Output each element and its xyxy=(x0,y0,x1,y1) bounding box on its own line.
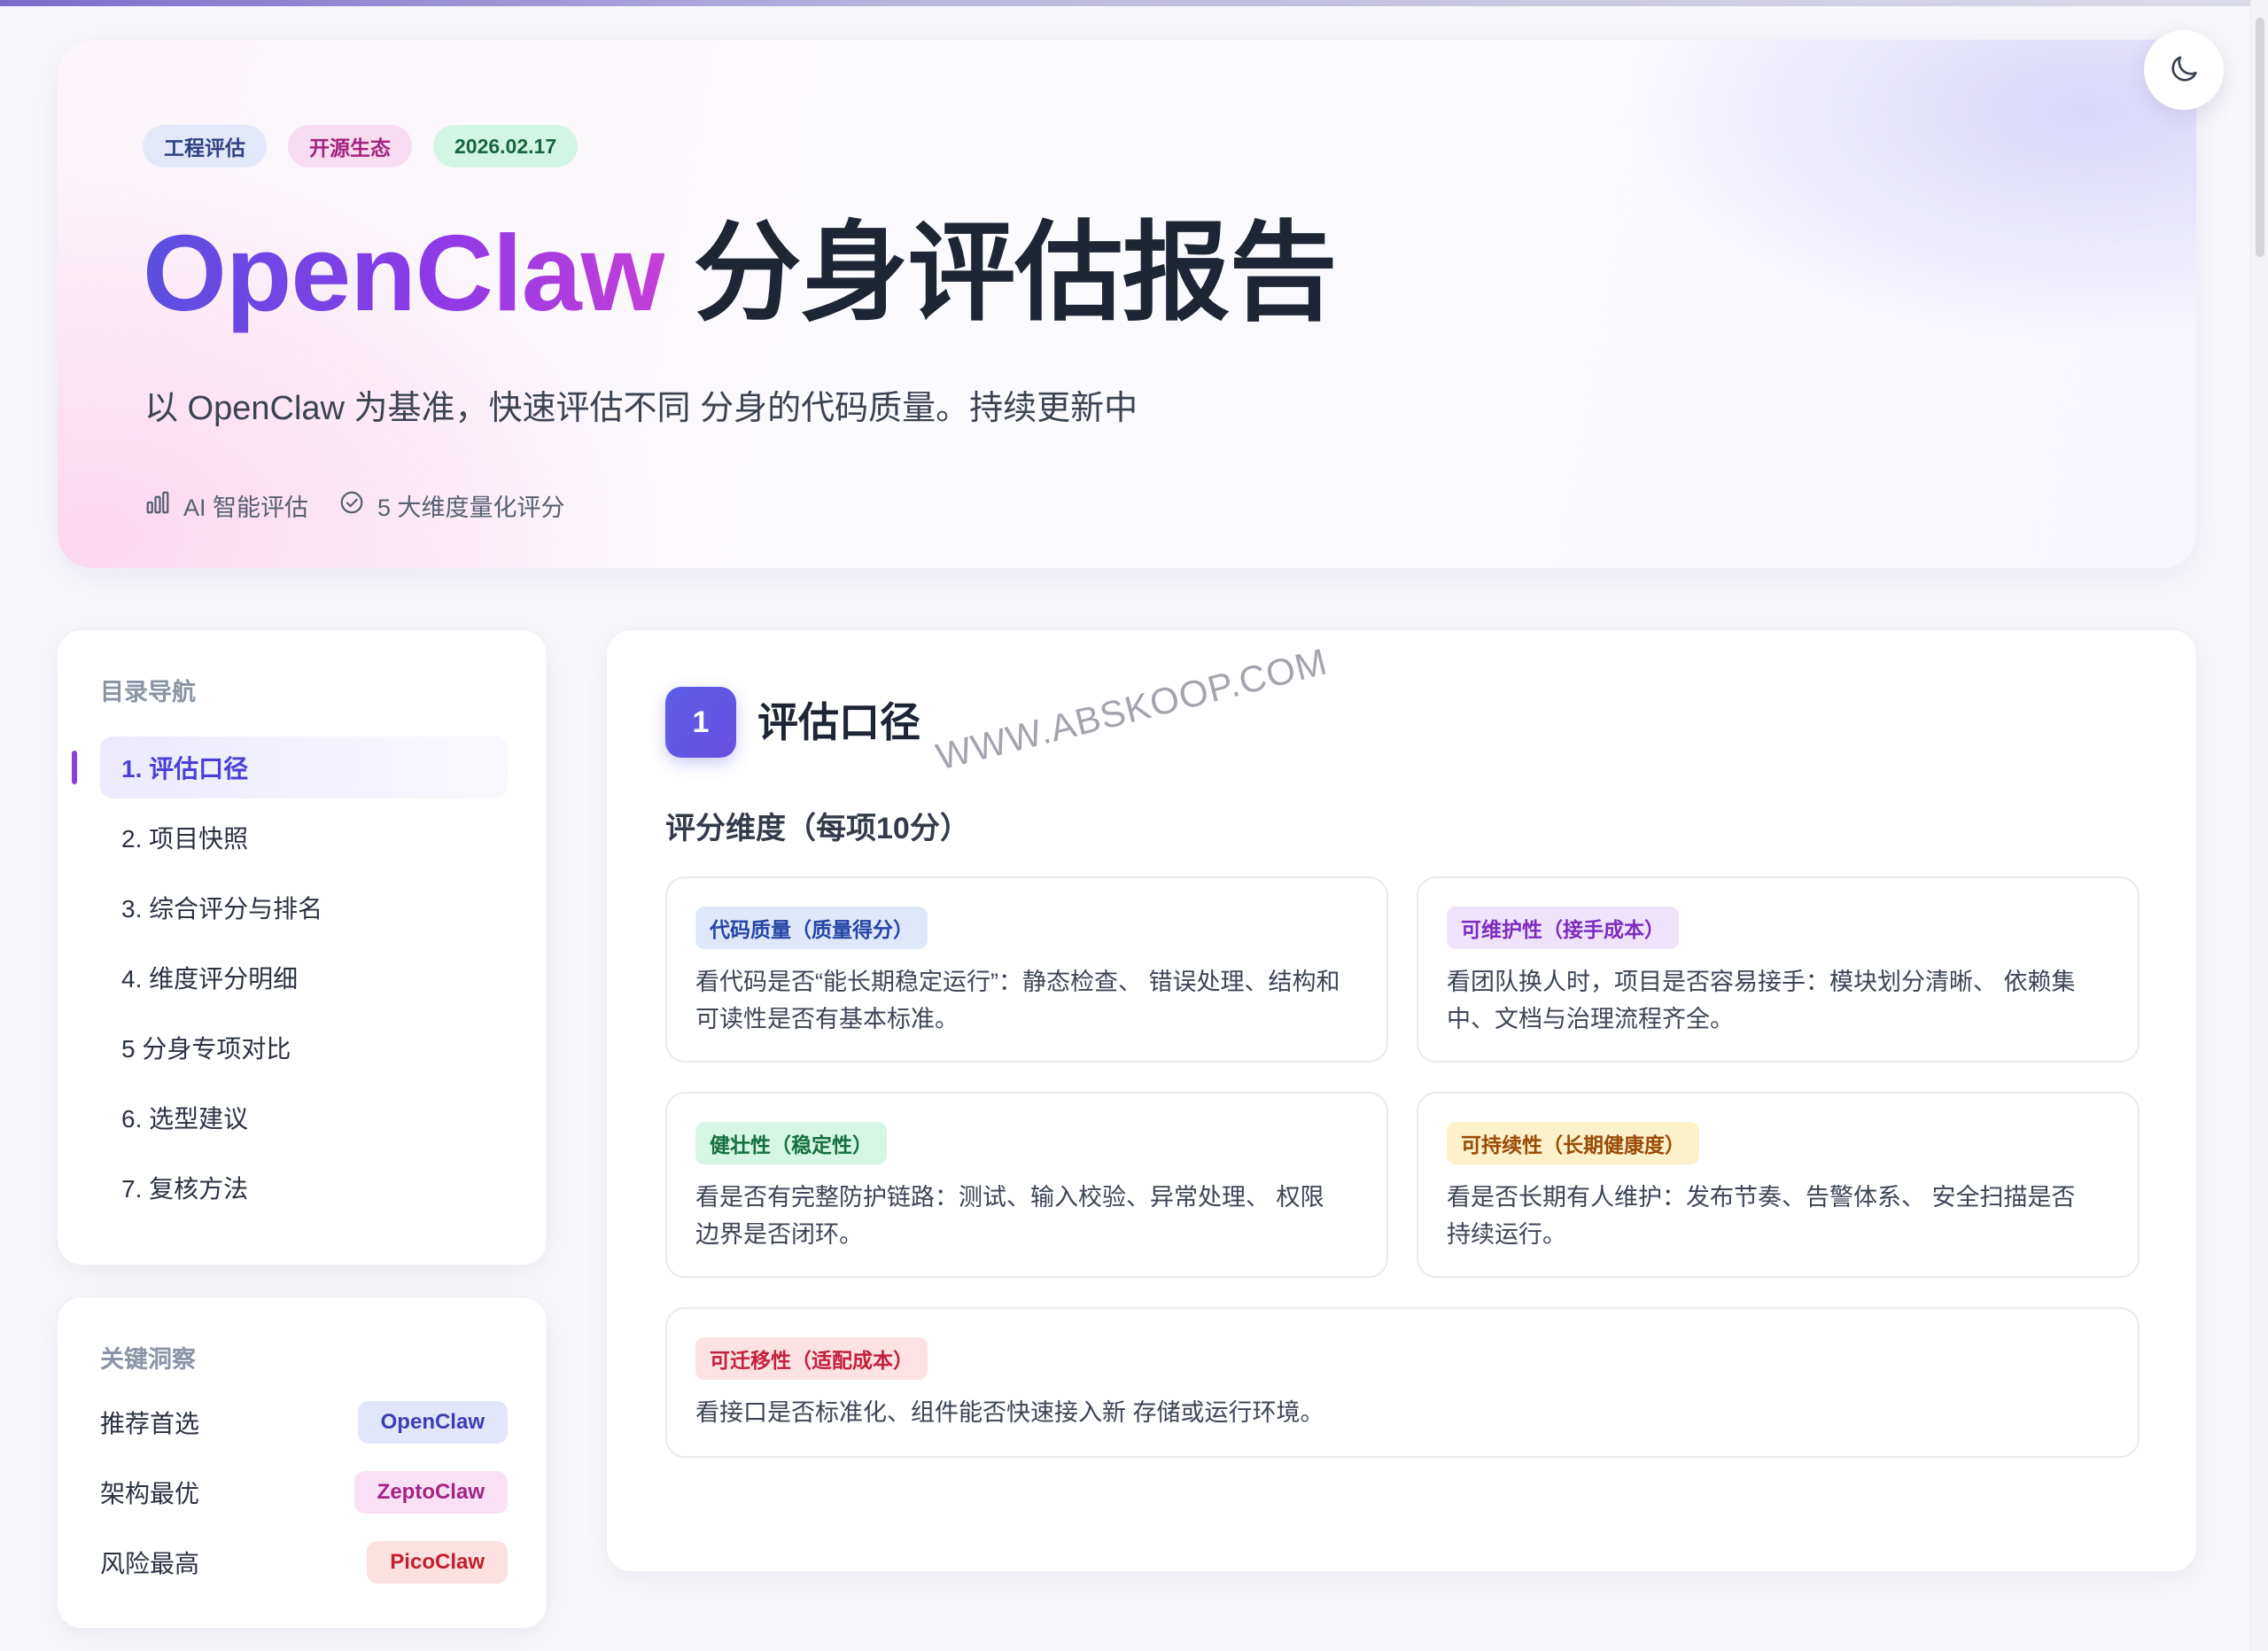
moon-icon xyxy=(2166,51,2202,90)
dimension-description: 看团队换人时，项目是否容易接手：模块划分清晰、 依赖集中、文档与治理流程齐全。 xyxy=(1447,969,2076,1032)
insight-label: 风险最高 xyxy=(100,1550,200,1577)
section-number-badge: 1 xyxy=(665,687,736,758)
page-subtitle: 以 OpenClaw 为基准，快速评估不同 分身的代码质量。持续更新中 xyxy=(144,390,1138,427)
dimension-badge: 代码质量（质量得分） xyxy=(695,907,928,949)
meta-dimensions: 5 大维度量化评分 xyxy=(338,488,565,523)
insight-value-badge: ZeptoClaw xyxy=(353,1471,508,1514)
bar-chart-icon xyxy=(144,489,171,522)
toc-item-fork-comparison[interactable]: 5 分身专项对比 xyxy=(100,1016,508,1079)
insight-value-badge: OpenClaw xyxy=(357,1401,508,1444)
dimensions-subtitle: 评分维度（每项10分） xyxy=(665,812,970,845)
page-scrollbar-thumb[interactable] xyxy=(2256,18,2264,257)
toc-item-overall-ranking[interactable]: 3. 综合评分与排名 xyxy=(100,876,508,938)
dimension-description: 看是否长期有人维护：发布节奏、告警体系、 安全扫描是否持续运行。 xyxy=(1447,1184,2076,1248)
toc-item-project-snapshot[interactable]: 2. 项目快照 xyxy=(100,806,508,868)
toc-list: 1. 评估口径 2. 项目快照 3. 综合评分与排名 4. 维度评分明细 5 分… xyxy=(72,736,508,1227)
dimension-badge: 可持续性（长期健康度） xyxy=(1447,1122,1699,1164)
toc-heading: 目录导航 xyxy=(100,679,196,705)
check-circle-icon xyxy=(338,489,365,522)
tag-date: 2026.02.17 xyxy=(433,125,579,167)
insights-heading: 关键洞察 xyxy=(100,1346,196,1373)
insight-label: 推荐首选 xyxy=(100,1410,200,1437)
insight-row-highest-risk: 风险最高 PicoClaw xyxy=(100,1540,508,1585)
dimension-card-sustainability: 可持续性（长期健康度） 看是否长期有人维护：发布节奏、告警体系、 安全扫描是否持… xyxy=(1417,1092,2140,1278)
dimension-card-code-quality: 代码质量（质量得分） 看代码是否“能长期稳定运行”：静态检查、 错误处理、结构和… xyxy=(665,876,1388,1063)
hero-tags: 工程评估 开源生态 2026.02.17 xyxy=(143,125,579,167)
insight-value-badge: PicoClaw xyxy=(367,1541,508,1584)
toc-sidebar: 目录导航 1. 评估口径 2. 项目快照 3. 综合评分与排名 4. 维度评分明… xyxy=(57,629,548,1266)
toc-item-review-method[interactable]: 7. 复核方法 xyxy=(100,1156,508,1219)
toc-item-selection-advice[interactable]: 6. 选型建议 xyxy=(100,1086,508,1149)
dimension-description: 看是否有完整防护链路：测试、输入校验、异常处理、 权限边界是否闭环。 xyxy=(695,1184,1324,1248)
dimension-description: 看接口是否标准化、组件能否快速接入新 存储或运行环境。 xyxy=(695,1399,1324,1426)
meta-dimensions-label: 5 大维度量化评分 xyxy=(377,495,565,521)
insight-row-best-architecture: 架构最优 ZeptoClaw xyxy=(100,1470,508,1515)
key-insights-card: 关键洞察 推荐首选 OpenClaw 架构最优 ZeptoClaw 风险最高 P… xyxy=(57,1297,548,1629)
tag-engineering: 工程评估 xyxy=(143,125,267,167)
main-content-card: 1 评估口径 评分维度（每项10分） 代码质量（质量得分） 看代码是否“能长期稳… xyxy=(606,629,2197,1572)
insight-label: 架构最优 xyxy=(100,1480,200,1507)
dimension-card-portability: 可迁移性（适配成本） 看接口是否标准化、组件能否快速接入新 存储或运行环境。 xyxy=(665,1307,2140,1458)
tag-open-source: 开源生态 xyxy=(288,125,412,167)
insight-row-recommended: 推荐首选 OpenClaw xyxy=(100,1400,508,1445)
hero-banner: 工程评估 开源生态 2026.02.17 OpenClaw 分身评估报告 以 O… xyxy=(57,39,2197,569)
page-title: OpenClaw 分身评估报告 xyxy=(143,213,1337,333)
theme-toggle-button[interactable] xyxy=(2144,30,2224,110)
dimension-badge: 可迁移性（适配成本） xyxy=(695,1337,928,1380)
dimension-card-maintainability: 可维护性（接手成本） 看团队换人时，项目是否容易接手：模块划分清晰、 依赖集中、… xyxy=(1417,876,2140,1063)
section-title: 评估口径 xyxy=(757,699,920,745)
page-title-rest: 分身评估报告 xyxy=(664,213,1337,333)
dimension-card-robustness: 健壮性（稳定性） 看是否有完整防护链路：测试、输入校验、异常处理、 权限边界是否… xyxy=(665,1092,1388,1278)
hero-meta: AI 智能评估 5 大维度量化评分 xyxy=(144,488,565,523)
meta-ai-eval: AI 智能评估 xyxy=(144,488,308,523)
top-accent-strip xyxy=(0,0,2268,6)
dimension-badge: 可维护性（接手成本） xyxy=(1447,907,1679,949)
dimension-description: 看代码是否“能长期稳定运行”：静态检查、 错误处理、结构和可读性是否有基本标准。 xyxy=(695,969,1340,1032)
toc-item-dimension-details[interactable]: 4. 维度评分明细 xyxy=(100,946,508,1009)
toc-item-evaluation-criteria[interactable]: 1. 评估口径 xyxy=(72,736,508,798)
page-title-brand: OpenClaw xyxy=(143,213,665,333)
dimension-badge: 健壮性（稳定性） xyxy=(695,1122,887,1164)
meta-ai-eval-label: AI 智能评估 xyxy=(183,495,309,521)
